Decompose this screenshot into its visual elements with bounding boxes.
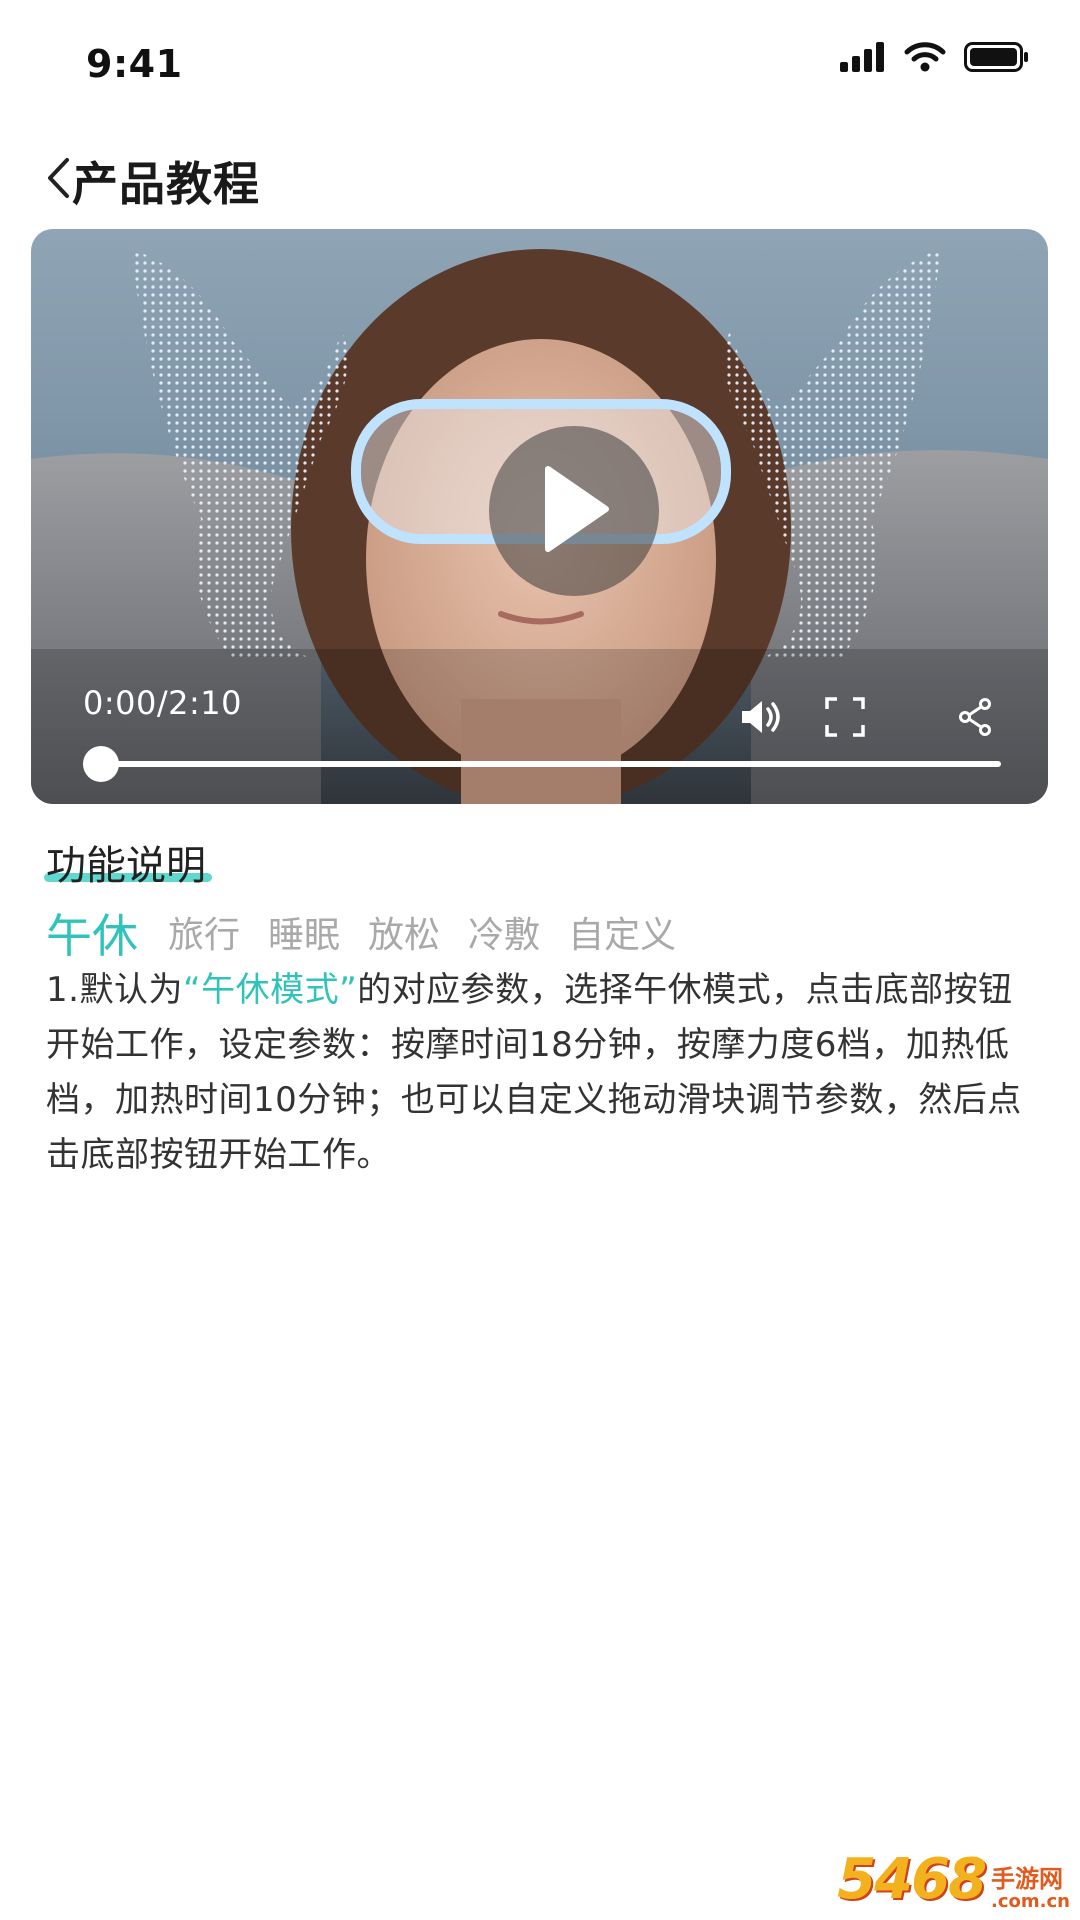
battery-icon <box>964 42 1030 76</box>
volume-icon <box>740 697 784 741</box>
fullscreen-icon <box>825 697 865 741</box>
status-icons <box>840 42 1030 76</box>
mode-tabs: 午休 旅行 睡眠 放松 冷敷 自定义 <box>46 898 704 962</box>
chevron-left-icon <box>45 156 71 204</box>
wifi-icon <box>904 42 946 76</box>
progress-bar[interactable] <box>101 761 1001 767</box>
tab-sleep[interactable]: 睡眠 <box>268 910 340 962</box>
watermark-site-name: 手游网 <box>991 1865 1064 1893</box>
tab-nap[interactable]: 午休 <box>46 910 138 962</box>
page: 9:41 产品教程 0:00/2:10 功能说明 午休 旅行 睡眠 放松 冷敷 … <box>0 0 1080 1920</box>
tab-relax[interactable]: 放松 <box>368 910 440 962</box>
status-bar: 9:41 <box>0 0 1080 130</box>
section-title: 功能说明 <box>46 833 206 891</box>
description-prefix: 1.默认为 <box>46 970 183 1010</box>
fullscreen-button[interactable] <box>822 696 868 742</box>
volume-button[interactable] <box>739 696 785 742</box>
share-icon <box>957 697 993 741</box>
watermark-number: 5468 <box>837 1847 987 1912</box>
signal-icon <box>840 42 886 76</box>
watermark-logo: 5468 手游网 .com.cn <box>837 1847 1070 1912</box>
tab-cold-compress[interactable]: 冷敷 <box>468 910 540 962</box>
watermark-domain: .com.cn <box>991 1891 1070 1912</box>
progress-handle[interactable] <box>83 746 119 782</box>
video-time: 0:00/2:10 <box>83 684 242 722</box>
mode-description: 1.默认为“午休模式”的对应参数，选择午休模式，点击底部按钮开始工作，设定参数：… <box>46 963 1046 1183</box>
header: 产品教程 <box>0 130 1080 230</box>
watermark-side: 手游网 .com.cn <box>991 1866 1070 1912</box>
status-time: 9:41 <box>86 42 183 86</box>
share-button[interactable] <box>952 696 998 742</box>
play-icon <box>534 461 614 561</box>
play-button[interactable] <box>489 426 659 596</box>
section-title-text: 功能说明 <box>46 843 206 889</box>
page-title: 产品教程 <box>72 157 260 211</box>
tab-travel[interactable]: 旅行 <box>168 910 240 962</box>
video-player[interactable]: 0:00/2:10 <box>31 229 1048 804</box>
description-highlight: “午休模式” <box>182 970 358 1010</box>
tab-custom[interactable]: 自定义 <box>568 910 676 962</box>
